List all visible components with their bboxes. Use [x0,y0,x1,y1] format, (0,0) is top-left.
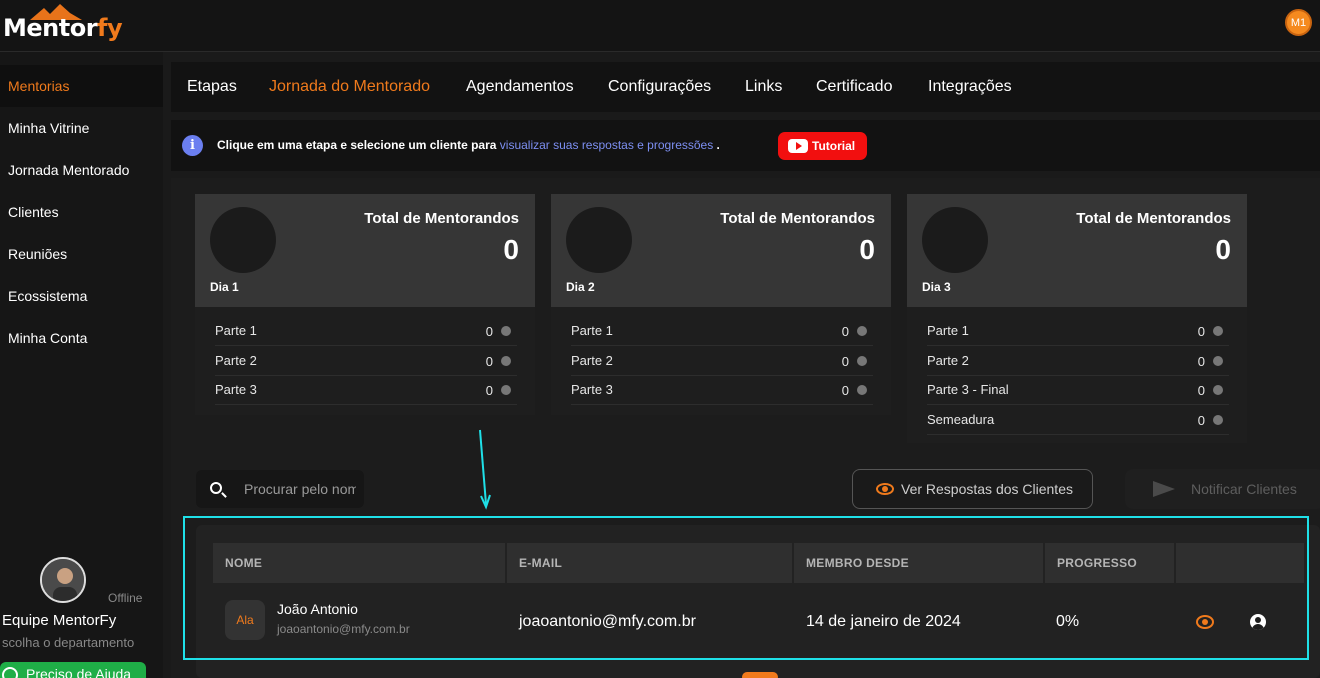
tab-agendamentos[interactable]: Agendamentos [466,62,574,112]
sidebar-item-mentorias[interactable]: Mentorias [0,65,163,107]
support-department-select[interactable]: scolha o departamento [2,635,134,650]
part-row[interactable]: Parte 10 [215,316,517,346]
sidebar-item-minha-vitrine[interactable]: Minha Vitrine [0,107,163,149]
part-row[interactable]: Parte 30 [215,375,517,405]
stage-day-label: Dia 3 [922,280,951,294]
help-button[interactable]: Preciso de Ajuda [0,662,146,678]
sidebar-item-minha-conta[interactable]: Minha Conta [0,317,163,359]
stage-parts-dia-1: Parte 10 Parte 20 Parte 30 [195,307,535,415]
status-dot-icon [1213,385,1223,395]
stage-day-label: Dia 2 [566,280,595,294]
stage-chart-circle [210,207,276,273]
stage-total-value: 0 [503,234,519,265]
info-bar: i Clique em uma etapa e selecione um cli… [171,120,1320,171]
stage-total-title: Total de Mentorandos [720,210,875,227]
user-avatar[interactable]: M1 [1285,9,1312,36]
part-row[interactable]: Semeadura 0 [927,405,1229,435]
status-dot-icon [857,356,867,366]
stage-day-label: Dia 1 [210,280,239,294]
pagination-current-page[interactable] [742,672,778,678]
app-logo[interactable]: Mentorfy [3,14,123,42]
tab-certificado[interactable]: Certificado [816,62,892,112]
stage-parts-dia-3: Parte 10 Parte 20 Parte 3 - Final 0 Semea… [907,307,1247,443]
part-row[interactable]: Parte 20 [571,346,873,376]
stage-total-value: 0 [859,234,875,265]
tab-etapas[interactable]: Etapas [187,62,237,112]
stage-chart-circle [922,207,988,273]
sidebar-item-clientes[interactable]: Clientes [0,191,163,233]
tab-configuracoes[interactable]: Configurações [608,62,711,112]
status-dot-icon [1213,326,1223,336]
sidebar-item-reunioes[interactable]: Reuniões [0,233,163,275]
part-row[interactable]: Parte 20 [927,346,1229,376]
youtube-icon [788,139,808,153]
tab-integracoes[interactable]: Integrações [928,62,1012,112]
part-row[interactable]: Parte 30 [571,375,873,405]
annotation-highlight-box [183,516,1309,660]
support-name: Equipe MentorFy [2,612,117,629]
search-box [196,470,364,508]
view-client-responses-button[interactable]: Ver Respostas dos Clientes [852,469,1093,509]
search-icon [210,482,222,494]
stage-parts-dia-2: Parte 10 Parte 20 Parte 30 [551,307,891,415]
annotation-arrow-icon [479,429,491,510]
support-status: Offline [108,591,143,605]
status-dot-icon [1213,415,1223,425]
tab-jornada-do-mentorado[interactable]: Jornada do Mentorado [269,62,430,112]
status-dot-icon [501,326,511,336]
stage-card-dia-3[interactable]: Dia 3 Total de Mentorandos 0 [907,194,1247,307]
tab-bar: Etapas Jornada do Mentorado Agendamentos… [171,62,1320,112]
sidebar-item-jornada-mentorado[interactable]: Jornada Mentorado [0,149,163,191]
tab-links[interactable]: Links [745,62,782,112]
status-dot-icon [501,356,511,366]
stage-card-dia-1[interactable]: Dia 1 Total de Mentorandos 0 [195,194,535,307]
top-bar: Mentorfy M1 [0,0,1320,52]
sidebar-item-ecossistema[interactable]: Ecossistema [0,275,163,317]
part-row[interactable]: Parte 20 [215,346,517,376]
status-dot-icon [501,385,511,395]
info-icon: i [182,135,203,156]
part-row[interactable]: Parte 10 [571,316,873,346]
notify-clients-button[interactable]: Notificar Clientes [1125,469,1320,509]
stage-total-title: Total de Mentorandos [1076,210,1231,227]
info-link[interactable]: visualizar suas respostas e progressões [500,138,713,152]
stage-total-title: Total de Mentorandos [364,210,519,227]
stage-chart-circle [566,207,632,273]
tutorial-button[interactable]: Tutorial [778,132,867,160]
status-dot-icon [857,385,867,395]
status-dot-icon [1213,356,1223,366]
part-row[interactable]: Parte 10 [927,316,1229,346]
support-agent-avatar [40,557,86,603]
send-icon [1153,481,1175,497]
part-row[interactable]: Parte 3 - Final 0 [927,375,1229,405]
stage-card-dia-2[interactable]: Dia 2 Total de Mentorandos 0 [551,194,891,307]
info-message: Clique em uma etapa e selecione um clien… [217,138,720,152]
status-dot-icon [857,326,867,336]
search-input[interactable] [244,479,356,499]
whatsapp-icon [2,667,18,678]
eye-icon [876,483,894,495]
stage-total-value: 0 [1215,234,1231,265]
